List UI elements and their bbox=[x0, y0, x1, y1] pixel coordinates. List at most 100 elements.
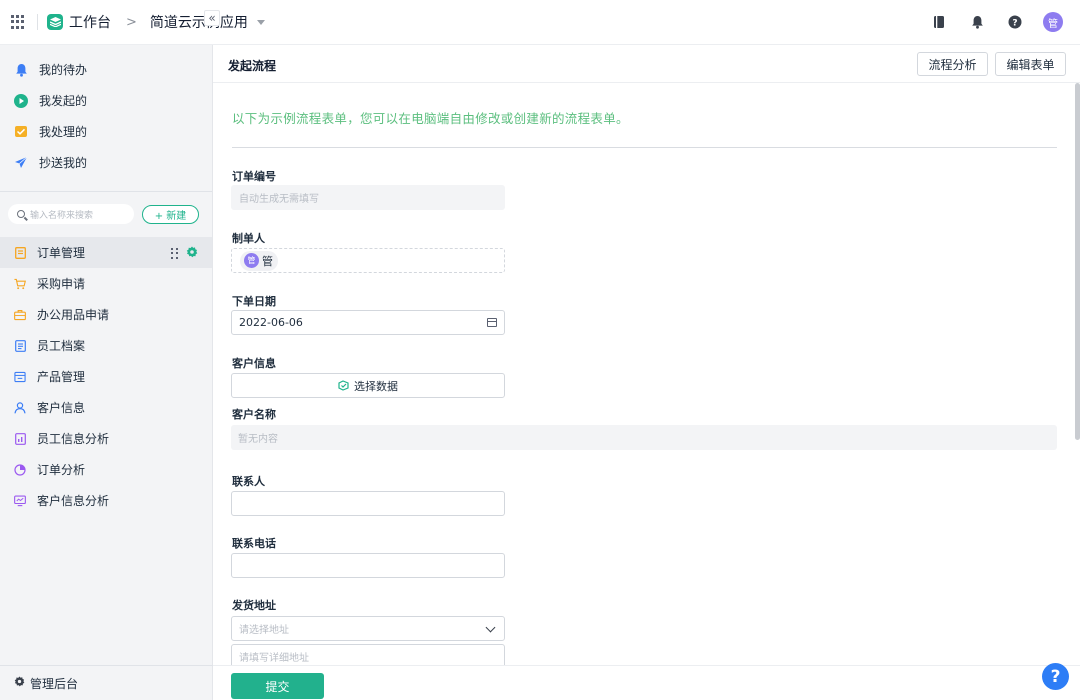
order-no-field: 自动生成无需填写 bbox=[231, 185, 505, 210]
notification-bell-icon[interactable] bbox=[966, 11, 988, 33]
sidebar-item-label: 员工信息分析 bbox=[37, 432, 110, 446]
new-form-button[interactable]: + 新建 bbox=[142, 204, 199, 224]
sidebar-item-label: 客户信息 bbox=[37, 401, 86, 415]
sidebar-item-customer-info[interactable]: 客户信息 bbox=[0, 392, 212, 423]
app-grid-icon[interactable] bbox=[11, 15, 25, 29]
topbar-actions: ? 管 bbox=[912, 11, 1064, 33]
address-detail-input[interactable]: 请填写详细地址 bbox=[231, 644, 505, 665]
collapse-sidebar-button[interactable]: « bbox=[204, 10, 220, 26]
phone-label: 联系电话 bbox=[232, 537, 276, 550]
inbox-icon bbox=[14, 125, 28, 139]
quick-access-list: 我的待办 我发起的 我处理的 抄送我的 bbox=[0, 45, 212, 178]
flow-analysis-button[interactable]: 流程分析 bbox=[917, 52, 988, 76]
creator-field[interactable]: 管 管 bbox=[231, 248, 505, 273]
page-title: 发起流程 bbox=[228, 59, 277, 73]
customer-name-placeholder: 暂无内容 bbox=[238, 434, 278, 445]
user-avatar[interactable]: 管 bbox=[1042, 11, 1064, 33]
send-icon bbox=[14, 156, 28, 170]
order-date-field[interactable]: 2022-06-06 bbox=[231, 310, 505, 335]
customer-name-field: 暂无内容 bbox=[231, 425, 1057, 450]
help-floating-button[interactable]: ? bbox=[1042, 663, 1069, 690]
divider bbox=[232, 147, 1057, 148]
cart-icon bbox=[14, 278, 26, 290]
briefcase-icon bbox=[14, 309, 26, 321]
settings-gear-icon[interactable] bbox=[186, 246, 198, 261]
customer-name-label: 客户名称 bbox=[232, 408, 276, 421]
search-icon bbox=[17, 210, 25, 218]
member-chip: 管 管 bbox=[240, 250, 278, 271]
select-data-label: 选择数据 bbox=[354, 379, 398, 393]
creator-label: 制单人 bbox=[232, 232, 265, 245]
breadcrumb-separator: > bbox=[126, 14, 137, 30]
sidebar-item-cc-me[interactable]: 抄送我的 bbox=[0, 147, 212, 178]
form-area: 以下为示例流程表单，您可以在电脑端自由修改或创建新的流程表单。 订单编号 自动生… bbox=[213, 83, 1075, 665]
person-icon bbox=[14, 401, 26, 414]
form-search-row: 输入名称来搜索 + 新建 bbox=[0, 192, 212, 224]
document-icon bbox=[14, 339, 26, 352]
book-icon[interactable] bbox=[928, 11, 950, 33]
form-icon bbox=[14, 246, 26, 259]
scrollbar[interactable] bbox=[1075, 83, 1080, 665]
order-no-label: 订单编号 bbox=[232, 170, 276, 183]
contact-label: 联系人 bbox=[232, 475, 265, 488]
calendar-icon[interactable] bbox=[487, 318, 497, 327]
phone-input[interactable] bbox=[231, 553, 505, 578]
sidebar-item-employee-records[interactable]: 员工档案 bbox=[0, 330, 212, 361]
form-list: 订单管理 采购申请 办公用品申请 员工档案 产品管理 客户信息 员工信息分析 订… bbox=[0, 237, 212, 516]
help-circle-icon[interactable]: ? bbox=[1004, 11, 1026, 33]
submit-button[interactable]: 提交 bbox=[231, 673, 324, 699]
form-footer: 提交 bbox=[213, 665, 1080, 700]
sidebar-item-order-management[interactable]: 订单管理 bbox=[0, 237, 212, 268]
top-bar: 工作台 > 简道云示例应用 ? 管 bbox=[0, 0, 1080, 45]
sidebar: 我的待办 我发起的 我处理的 抄送我的 输入名称来搜索 + 新建 订单管理 采购… bbox=[0, 45, 213, 700]
avatar: 管 bbox=[244, 253, 259, 268]
sidebar-item-product-management[interactable]: 产品管理 bbox=[0, 361, 212, 392]
pie-chart-icon bbox=[14, 463, 26, 476]
svg-text:?: ? bbox=[1012, 18, 1017, 28]
app-dropdown-caret-icon[interactable] bbox=[256, 19, 265, 25]
sidebar-item-label: 采购申请 bbox=[37, 277, 86, 291]
drag-handle-icon[interactable] bbox=[171, 247, 180, 260]
select-data-icon bbox=[338, 380, 349, 391]
scrollbar-thumb[interactable] bbox=[1075, 83, 1080, 440]
play-circle-icon bbox=[14, 93, 28, 108]
sidebar-item-label: 我发起的 bbox=[39, 94, 88, 108]
order-no-placeholder: 自动生成无需填写 bbox=[239, 194, 319, 205]
admin-console-label: 管理后台 bbox=[30, 676, 79, 691]
sidebar-item-label: 抄送我的 bbox=[39, 156, 88, 170]
sidebar-item-label: 我处理的 bbox=[39, 125, 88, 139]
address-region-select[interactable]: 请选择地址 bbox=[231, 616, 505, 641]
customer-info-label: 客户信息 bbox=[232, 357, 276, 370]
sidebar-item-label: 订单分析 bbox=[37, 463, 86, 477]
sidebar-item-my-handled[interactable]: 我处理的 bbox=[0, 116, 212, 147]
sidebar-item-purchase-request[interactable]: 采购申请 bbox=[0, 268, 212, 299]
address-region-placeholder: 请选择地址 bbox=[239, 625, 289, 636]
workbench-link[interactable]: 工作台 bbox=[69, 12, 111, 32]
sidebar-item-label: 办公用品申请 bbox=[37, 308, 110, 322]
sidebar-item-employee-analysis[interactable]: 员工信息分析 bbox=[0, 423, 212, 454]
form-notice: 以下为示例流程表单，您可以在电脑端自由修改或创建新的流程表单。 bbox=[232, 111, 629, 126]
sidebar-item-label: 员工档案 bbox=[37, 339, 86, 353]
sidebar-item-my-todo[interactable]: 我的待办 bbox=[0, 54, 212, 85]
sidebar-item-label: 客户信息分析 bbox=[37, 494, 110, 508]
report-icon bbox=[14, 432, 26, 445]
edit-form-button[interactable]: 编辑表单 bbox=[995, 52, 1066, 76]
sidebar-item-my-initiated[interactable]: 我发起的 bbox=[0, 85, 212, 116]
form-search-input[interactable]: 输入名称来搜索 bbox=[8, 204, 134, 224]
workbench-logo-icon bbox=[47, 14, 63, 30]
sidebar-item-label: 订单管理 bbox=[37, 246, 86, 260]
sidebar-item-customer-analysis[interactable]: 客户信息分析 bbox=[0, 485, 212, 516]
address-detail-placeholder: 请填写详细地址 bbox=[239, 653, 309, 664]
form-item-tools bbox=[171, 246, 198, 261]
bell-icon bbox=[14, 63, 28, 77]
gear-icon bbox=[14, 676, 25, 690]
sidebar-item-label: 产品管理 bbox=[37, 370, 86, 384]
select-data-button[interactable]: 选择数据 bbox=[231, 373, 505, 398]
sidebar-item-office-supplies[interactable]: 办公用品申请 bbox=[0, 299, 212, 330]
app-name[interactable]: 简道云示例应用 bbox=[150, 12, 248, 32]
sidebar-item-order-analysis[interactable]: 订单分析 bbox=[0, 454, 212, 485]
contact-input[interactable] bbox=[231, 491, 505, 516]
order-date-label: 下单日期 bbox=[232, 295, 276, 308]
sidebar-item-label: 我的待办 bbox=[39, 63, 88, 77]
admin-console-link[interactable]: 管理后台 bbox=[0, 665, 213, 700]
